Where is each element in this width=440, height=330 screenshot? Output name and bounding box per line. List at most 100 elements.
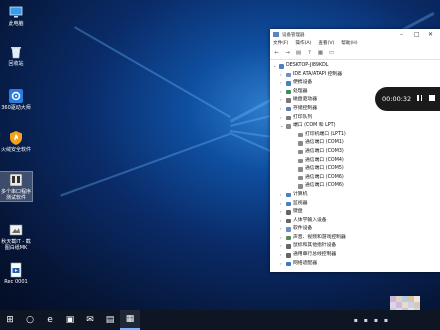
tree-item-label: 处理器	[293, 88, 308, 94]
tree-root[interactable]: ⌄ DESKTOP-JI89KDL	[270, 62, 440, 71]
collapse-icon[interactable]: ⌄	[280, 122, 283, 131]
tree-item[interactable]: 通信端口 (COM1)	[270, 139, 440, 148]
title-bar[interactable]: 设备管理器 – □ ✕	[270, 29, 440, 40]
tree-item[interactable]: › 计算机	[270, 191, 440, 200]
menu-action[interactable]: 操作(A)	[295, 40, 311, 48]
input-method-icon[interactable]: ▪	[384, 317, 388, 324]
tree-item[interactable]: ⌄ 端口 (COM 和 LPT)	[270, 122, 440, 131]
tree-item-label: 鼠标和其他指针设备	[293, 243, 337, 249]
tree-item[interactable]: › 鼠标和其他指针设备	[270, 242, 440, 251]
tree-item[interactable]: 通信端口 (COM6)	[270, 182, 440, 191]
desktop-icon-recycle-bin[interactable]: 回收站	[0, 44, 32, 67]
expand-icon[interactable]: ›	[280, 225, 282, 234]
stop-button[interactable]	[429, 95, 435, 101]
tree-item-label: IDE ATA/ATAPI 控制器	[293, 71, 342, 77]
tree-item[interactable]: 通信端口 (COM4)	[270, 157, 440, 166]
tree-item-label: 存储控制器	[293, 105, 317, 111]
device-manager-icon	[273, 32, 279, 37]
expand-icon[interactable]: ›	[280, 217, 282, 226]
desktop-icon-driver-master[interactable]: 360驱动大师	[0, 88, 32, 111]
app-button[interactable]: ▤	[100, 310, 120, 330]
desktop-icon-this-pc[interactable]: 此电脑	[0, 4, 32, 27]
device-icon	[286, 106, 291, 112]
search-button[interactable]: ○	[20, 310, 40, 330]
tree-item[interactable]: › 键盘	[270, 208, 440, 217]
store-button[interactable]: ▣	[60, 310, 80, 330]
monitor-icon[interactable]: ▭	[328, 50, 335, 57]
minimize-button[interactable]: –	[400, 31, 403, 38]
tree-item-label: 打印队列	[293, 114, 313, 120]
close-button[interactable]: ✕	[428, 31, 433, 38]
expand-icon[interactable]: ›	[280, 105, 282, 114]
expand-icon[interactable]: ›	[280, 191, 282, 200]
tree-item[interactable]: › 人体学输入设备	[270, 217, 440, 226]
tree-item[interactable]: › 打印队列	[270, 114, 440, 123]
expand-icon[interactable]: ›	[280, 208, 282, 217]
tree-item-label: 监视器	[293, 200, 308, 206]
tree-item[interactable]: › 声音、视频和游戏控制器	[270, 234, 440, 243]
device-icon	[286, 244, 291, 249]
tree-item[interactable]: › 监视器	[270, 200, 440, 209]
system-tray: ▪ ▪ ▪ ▪	[354, 317, 440, 324]
device-manager-button[interactable]: ▦	[120, 310, 140, 330]
tree-item[interactable]: › IDE ATA/ATAPI 控制器	[270, 71, 440, 80]
tree-item-label: 通信端口 (COM3)	[305, 148, 344, 154]
tree-item-label: 通信端口 (COM4)	[305, 157, 344, 163]
tree-item[interactable]: › 通用串行总线控制器	[270, 251, 440, 260]
app-icon	[8, 172, 24, 188]
expand-icon[interactable]: ›	[280, 242, 282, 251]
volume-icon[interactable]: ▪	[374, 317, 378, 324]
menu-help[interactable]: 帮助(H)	[341, 40, 357, 48]
desktop-icon-label: 多个串口程序测试软件	[0, 189, 31, 201]
menu-file[interactable]: 文件(F)	[273, 40, 288, 48]
tree-item[interactable]: 通信端口 (COM3)	[270, 148, 440, 157]
expand-icon[interactable]: ›	[280, 251, 282, 260]
maximize-button[interactable]: □	[414, 31, 420, 38]
device-icon	[286, 115, 291, 121]
help-icon[interactable]: ?	[306, 50, 313, 57]
tree-item[interactable]: 打印机端口 (LPT1)	[270, 131, 440, 140]
computer-icon	[279, 64, 284, 69]
properties-icon[interactable]: ▤	[295, 50, 302, 57]
tree-item-label: 通信端口 (COM6)	[305, 183, 344, 189]
pause-button[interactable]	[417, 95, 423, 101]
device-icon	[286, 98, 291, 103]
device-icon	[286, 89, 291, 95]
expand-icon[interactable]: ›	[280, 260, 282, 269]
desktop-icon-screenshot-tool[interactable]: 秋天截IT - 截图白纸MK	[0, 222, 32, 251]
device-manager-window[interactable]: 设备管理器 – □ ✕ 文件(F) 操作(A) 查看(V) 帮助(H) ← → …	[270, 29, 440, 272]
tree-item[interactable]: › 软件设备	[270, 225, 440, 234]
device-icon	[298, 175, 303, 181]
back-arrow-icon[interactable]: ←	[273, 50, 280, 57]
menu-view[interactable]: 查看(V)	[318, 40, 334, 48]
device-icon	[298, 184, 303, 189]
desktop-icon-multi-port-tool[interactable]: 多个串口程序测试软件	[0, 171, 33, 202]
edge-button[interactable]: e	[40, 310, 60, 330]
tree-item[interactable]: 通信端口 (COM5)	[270, 165, 440, 174]
tree-item[interactable]: › 网络适配器	[270, 260, 440, 269]
device-icon	[286, 210, 291, 215]
desktop-icon-label: 秋天截IT - 截图白纸MK	[1, 239, 31, 251]
tree-item[interactable]: 通信端口 (COM6)	[270, 174, 440, 183]
mail-button[interactable]: ✉	[80, 310, 100, 330]
desktop-icon-rec-file[interactable]: Rec 0001	[0, 262, 32, 285]
desktop-icon-fire-security[interactable]: 火绒安全软件	[0, 130, 32, 153]
expand-icon[interactable]: ›	[280, 88, 282, 97]
expand-icon[interactable]: ›	[280, 234, 282, 243]
chevron-up-icon[interactable]: ▪	[354, 317, 358, 324]
expand-icon[interactable]: ›	[280, 96, 282, 105]
network-icon[interactable]: ▪	[364, 317, 368, 324]
scan-hardware-icon[interactable]: ▦	[317, 50, 324, 57]
expand-icon[interactable]: ›	[280, 79, 282, 88]
device-icon	[298, 132, 303, 138]
taskbar: ⊞ ○ e ▣ ✉ ▤ ▦ ▪ ▪ ▪ ▪	[0, 310, 440, 330]
expand-icon[interactable]: ›	[280, 114, 282, 123]
forward-arrow-icon[interactable]: →	[284, 50, 291, 57]
expand-icon[interactable]: ›	[280, 200, 282, 209]
start-button[interactable]: ⊞	[0, 310, 20, 330]
expand-icon[interactable]: ›	[280, 71, 282, 80]
monitor-icon	[8, 4, 24, 20]
device-icon	[286, 218, 291, 224]
collapse-icon[interactable]: ⌄	[273, 62, 276, 71]
tree-item-label: 磁盘驱动器	[293, 97, 317, 103]
